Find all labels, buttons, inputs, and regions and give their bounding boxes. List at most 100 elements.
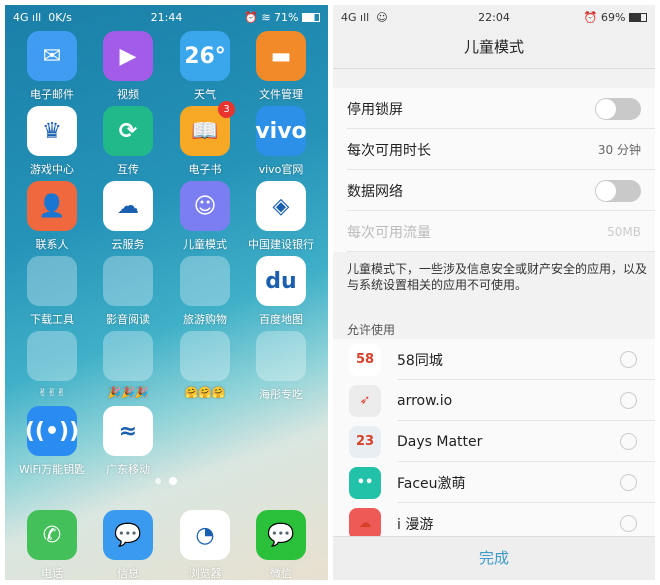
book-icon: 📖 3 [180, 101, 235, 156]
app-icon[interactable]: ◈ 中国建设银行 [246, 181, 316, 252]
app-icon[interactable]: 🤗🤗🤗 [170, 331, 240, 399]
app-name: Faceu激萌 [397, 475, 466, 492]
dock-app[interactable]: 💬 信息 [93, 510, 163, 580]
app-label: 旅游购物 [183, 313, 227, 326]
kids-mode-settings: 4G ıll ☺ 22:04 ⏰ 69% 儿童模式 停用锁屏 每次可用时长 30 分… [333, 5, 655, 580]
setting-label: 每次可用时长 [347, 142, 431, 159]
app-icon[interactable]: du 百度地图 [246, 256, 316, 327]
folder-group-icon [27, 331, 77, 381]
phone-icon: ✆ [27, 510, 77, 560]
allowed-app-item[interactable]: •• Faceu激萌 [333, 462, 655, 503]
page-title: 儿童模式 [333, 29, 655, 69]
allowed-app-item[interactable]: 58 58同城 [333, 339, 655, 380]
app-icon[interactable]: vivo vivo官网 [246, 106, 316, 177]
select-radio[interactable] [620, 474, 637, 491]
battery-percent: 71% [274, 10, 299, 24]
toggle-switch[interactable] [595, 179, 641, 202]
app-icon: ➶ [349, 384, 381, 417]
app-name: i 漫游 [397, 516, 434, 533]
app-label: 电话 [41, 567, 63, 580]
app-icon[interactable]: 👤 联系人 [17, 181, 87, 252]
setting-label: 每次可用流量 [347, 224, 431, 241]
setting-label: 停用锁屏 [347, 101, 403, 118]
alarm-icon: ⏰ [583, 10, 598, 24]
select-radio[interactable] [620, 392, 637, 409]
icon-text: du [265, 268, 297, 294]
folder-group-icon [103, 256, 153, 306]
folder-group-icon [180, 256, 230, 306]
vivo-icon: vivo [255, 106, 307, 156]
network-indicator: 4G [13, 10, 29, 24]
mail-icon: ✉ [27, 31, 77, 81]
wechat-icon: 💬 [256, 510, 306, 560]
app-label: 海彤专吃 [259, 388, 303, 401]
app-label: 游戏中心 [30, 163, 74, 176]
allowed-app-item[interactable]: 23 Days Matter [333, 421, 655, 462]
app-label: 视频 [117, 88, 139, 101]
battery-icon [302, 12, 320, 22]
app-icon[interactable]: ▶ 视频 [93, 31, 163, 102]
page-indicator[interactable] [155, 477, 177, 485]
app-icon[interactable]: ✌✌✌ [17, 331, 87, 399]
wifi-key-icon: ((•)) [25, 406, 79, 456]
app-label: 🎉🎉🎉 [107, 386, 149, 399]
folder-icon: ▬ [256, 31, 306, 81]
app-icon[interactable]: 影音阅读 [93, 256, 163, 327]
dock-app[interactable]: ✆ 电话 [17, 510, 87, 580]
done-button[interactable]: 完成 [333, 536, 655, 580]
app-name: 58同城 [397, 352, 443, 369]
map-pin-icon: du [256, 256, 306, 306]
app-label: 微信 [270, 567, 292, 580]
app-icon[interactable]: ☺ 儿童模式 [170, 181, 240, 252]
app-label: WiFi万能钥匙 [18, 463, 86, 476]
setting-value: 30 分钟 [597, 143, 641, 157]
allowed-app-item[interactable]: ➶ arrow.io [333, 380, 655, 421]
baby-face-icon: ☺ [180, 181, 230, 231]
kids-mode-status-icon: ☺ [376, 10, 388, 24]
app-icon[interactable]: 下载工具 [17, 256, 87, 327]
app-label: 文件管理 [259, 88, 303, 101]
app-label: 中国建设银行 [248, 238, 314, 251]
dock-app[interactable]: 💬 微信 [246, 510, 316, 580]
setting-row[interactable]: 数据网络 [333, 170, 655, 211]
app-name: arrow.io [397, 392, 453, 409]
app-icon[interactable]: ♛ 游戏中心 [17, 106, 87, 177]
app-label: 电子书 [188, 163, 222, 176]
kids-mode-note: 儿童模式下，一些涉及信息安全或财产安全的应用，以及与系统设置相关的应用不可使用。 [347, 262, 648, 292]
weather-icon: 26° [180, 31, 230, 81]
icon-text: vivo [255, 118, 307, 144]
app-label: 互传 [117, 163, 139, 176]
folder-group-icon [180, 331, 230, 381]
app-icon[interactable]: 📖 3 电子书 [170, 101, 240, 177]
app-icon[interactable]: 旅游购物 [170, 256, 240, 327]
app-icon[interactable]: 26° 天气 [170, 31, 240, 102]
sync-icon: ⟳ [103, 106, 153, 156]
app-name: Days Matter [397, 433, 483, 450]
setting-row[interactable]: 停用锁屏 [333, 88, 655, 129]
app-icon[interactable]: ((•)) WiFi万能钥匙 [17, 406, 87, 477]
app-icon[interactable]: ☁ 云服务 [93, 181, 163, 252]
setting-row[interactable]: 每次可用时长 30 分钟 [333, 129, 655, 170]
app-icon[interactable]: ≈ 广东移动 [93, 406, 163, 477]
app-icon[interactable]: ⟳ 互传 [93, 106, 163, 177]
app-icon[interactable]: ▬ 文件管理 [246, 31, 316, 102]
select-radio[interactable] [620, 433, 637, 450]
app-label: 🤗🤗🤗 [184, 386, 226, 399]
dock-app[interactable]: ◔ 浏览器 [170, 510, 240, 580]
toggle-switch[interactable] [595, 97, 641, 120]
net-speed: 0K/s [48, 10, 72, 24]
signal-icon: ıll [360, 10, 370, 24]
china-mobile-icon: ≈ [103, 406, 153, 456]
app-label: 天气 [194, 88, 216, 101]
select-radio[interactable] [620, 515, 637, 532]
app-icon: ☁ [349, 507, 381, 540]
app-icon[interactable]: 🎉🎉🎉 [93, 331, 163, 399]
play-icon: ▶ [103, 31, 153, 81]
network-indicator: 4G [341, 10, 357, 24]
select-radio[interactable] [620, 351, 637, 368]
app-icon[interactable]: 海彤专吃 [246, 331, 316, 402]
app-label: 浏览器 [188, 567, 222, 580]
setting-row[interactable]: 每次可用流量 50MB [333, 211, 655, 252]
alarm-icon: ⏰ [244, 10, 258, 24]
app-icon[interactable]: ✉ 电子邮件 [17, 31, 87, 102]
